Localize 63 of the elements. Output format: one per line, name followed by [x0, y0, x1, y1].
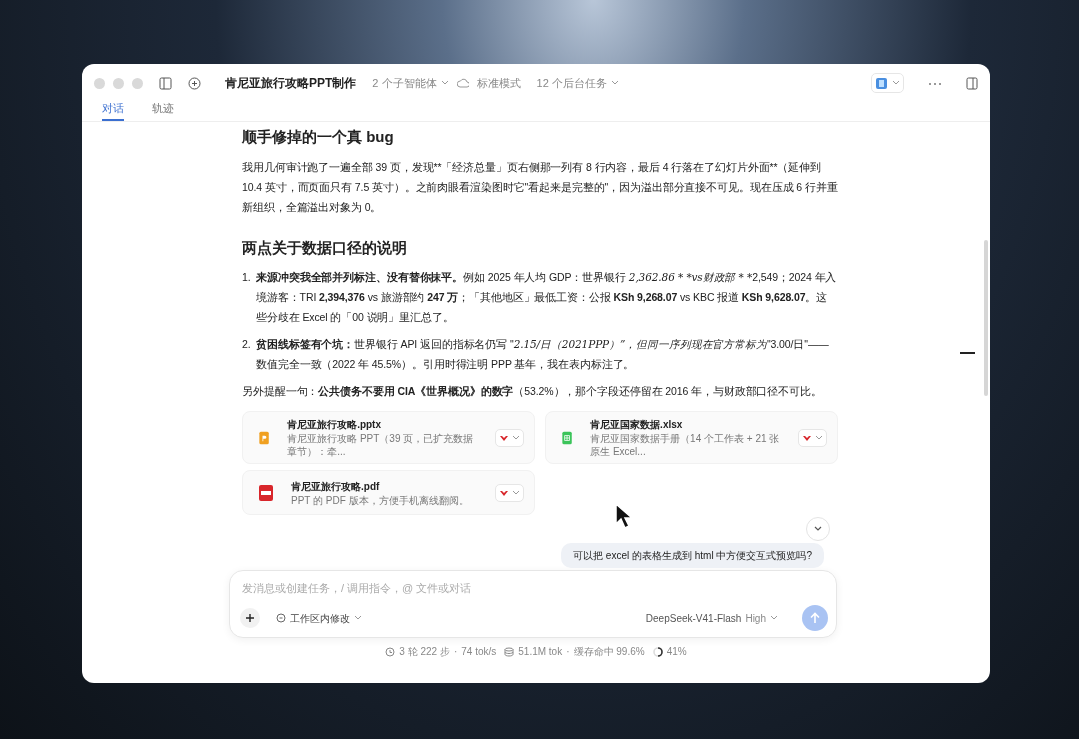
separator: ·	[566, 645, 570, 659]
file-description: 肯尼亚旅行攻略 PPT（39 页，已扩充数据章节）：牵...	[287, 432, 475, 458]
cache-hit: 缓存命中 99.6%	[573, 645, 645, 659]
open-with-button[interactable]	[798, 428, 827, 447]
caret-icon	[610, 80, 619, 86]
paragraph: 我用几何审计跑了一遍全部 39 页，发现**「经济总量」页右侧那一列有 8 行内容，最后 4 行落在了幻灯片外面**（延伸到 10.4 英寸，而页面只有 7.5 英寸）。之前肉眼看渲染图时它"看起来是完整的"，因为溢出部分直接不可见。现在压成 6 行并重新组织，全篇溢出对象为 0。	[242, 159, 838, 215]
list-item-text: 来源冲突我全部并列标注、没有替你抹平。例如 2025 年人均 GDP：世界银行 2,362.86 * *vs财政部 * *2,549；2024 年入境游客：TRI 2,394,376 vs 旅游部约 247 万；「其他地区」最低工资：公报 KSh 9,268.07 vs KBC 报道 KSh 9,628.07。这些分歧在 Excel 的「00 说明」里汇总了。	[256, 270, 838, 325]
plus-icon	[245, 613, 255, 623]
tab[interactable]: 对话	[102, 99, 124, 121]
dash-mark	[960, 352, 975, 354]
sidebar-icon	[159, 77, 172, 91]
file-name: 肯尼亚旅行攻略.pdf	[291, 479, 381, 494]
mode-label: 标准模式	[476, 75, 521, 91]
arrow-up-icon	[809, 612, 821, 624]
caret-icon	[815, 434, 823, 441]
send-button[interactable]	[802, 605, 828, 631]
panel-icon	[966, 77, 978, 91]
token-count: 51.1M tok	[518, 645, 563, 659]
list-item-text: 贫困线标签有个坑：世界银行 API 返回的指标名仍写 "2.15/日（2021PPP）”，但同一序列现在官方常标为"3.00/日"——数值完全一致（2022 年 45.5%）。引用时得注明 PPP 基年，我在表内标注了。	[256, 337, 830, 372]
paragraph: 另外提醒一句：公共债务不要用 CIA《世界概况》的数字（53.2%），那个字段还停留在 2016 年，与财政部口径不可比。	[242, 384, 823, 399]
caret-icon	[354, 615, 362, 621]
app-switch-button[interactable]	[871, 73, 904, 93]
add-button[interactable]	[240, 608, 260, 628]
model-dropdown[interactable]: DeepSeek-V41-Flash High	[645, 610, 778, 626]
scope-dropdown[interactable]: 工作区内修改	[276, 610, 362, 626]
step-count: 3 轮 222 步	[399, 645, 450, 659]
caret-icon	[440, 80, 449, 86]
file-description: PPT 的 PDF 版本，方便手机离线翻阅。	[291, 493, 470, 507]
open-with-button[interactable]	[495, 483, 524, 502]
message-composer[interactable]: 发消息或创建任务，/ 调用指令，@ 文件或对话 工作区内修改 DeepSeek-V41-Flash High	[229, 570, 837, 638]
cloud-icon	[456, 77, 469, 89]
caret-icon	[512, 434, 520, 441]
plus-icon	[188, 77, 201, 91]
subagents-dropdown[interactable]: 2 个子智能体	[372, 74, 449, 92]
chevron-icon	[814, 526, 822, 532]
scrollbar-thumb[interactable]	[984, 240, 988, 396]
separator: ·	[453, 645, 458, 659]
caret-icon	[512, 489, 520, 496]
section-heading: 顺手修掉的一个真 bug	[242, 127, 395, 147]
list-number: 1.	[242, 270, 252, 285]
file-card[interactable]: 肯尼亚国家数据.xlsx 肯尼亚国家数据手册（14 个工作表 + 21 张原生 Excel...	[545, 411, 838, 464]
clock-icon	[385, 646, 396, 657]
window-title: 肯尼亚旅行攻略PPT制作	[225, 75, 357, 92]
context-usage: 41%	[666, 645, 687, 659]
caret-icon	[892, 80, 900, 86]
scroll-down-button[interactable]	[806, 517, 830, 541]
user-message: 可以把 excel 的表格生成到 html 中方便交互式预览吗?	[561, 543, 824, 568]
background-tasks-dropdown[interactable]: 12 个后台任务	[536, 74, 619, 92]
ring-icon	[652, 646, 663, 657]
file-card[interactable]: 肯尼亚旅行攻略.pptx 肯尼亚旅行攻略 PPT（39 页，已扩充数据章节）：牵...	[242, 411, 535, 464]
database-icon	[504, 646, 515, 657]
file-card[interactable]: 肯尼亚旅行攻略.pdf PPT 的 PDF 版本，方便手机离线翻阅。	[242, 470, 535, 515]
file-name: 肯尼亚国家数据.xlsx	[590, 418, 684, 432]
tab[interactable]: 轨迹	[152, 99, 174, 121]
open-with-button[interactable]	[495, 428, 524, 447]
section-heading: 两点关于数据口径的说明	[242, 237, 408, 258]
more-icon	[928, 80, 942, 87]
caret-icon	[770, 615, 778, 621]
file-name: 肯尼亚旅行攻略.pptx	[287, 418, 382, 432]
pdf-icon	[257, 483, 275, 502]
list-number: 2.	[242, 337, 252, 352]
file-description: 肯尼亚国家数据手册（14 个工作表 + 21 张原生 Excel...	[590, 432, 781, 458]
token-speed: 74 tok/s	[461, 645, 497, 659]
